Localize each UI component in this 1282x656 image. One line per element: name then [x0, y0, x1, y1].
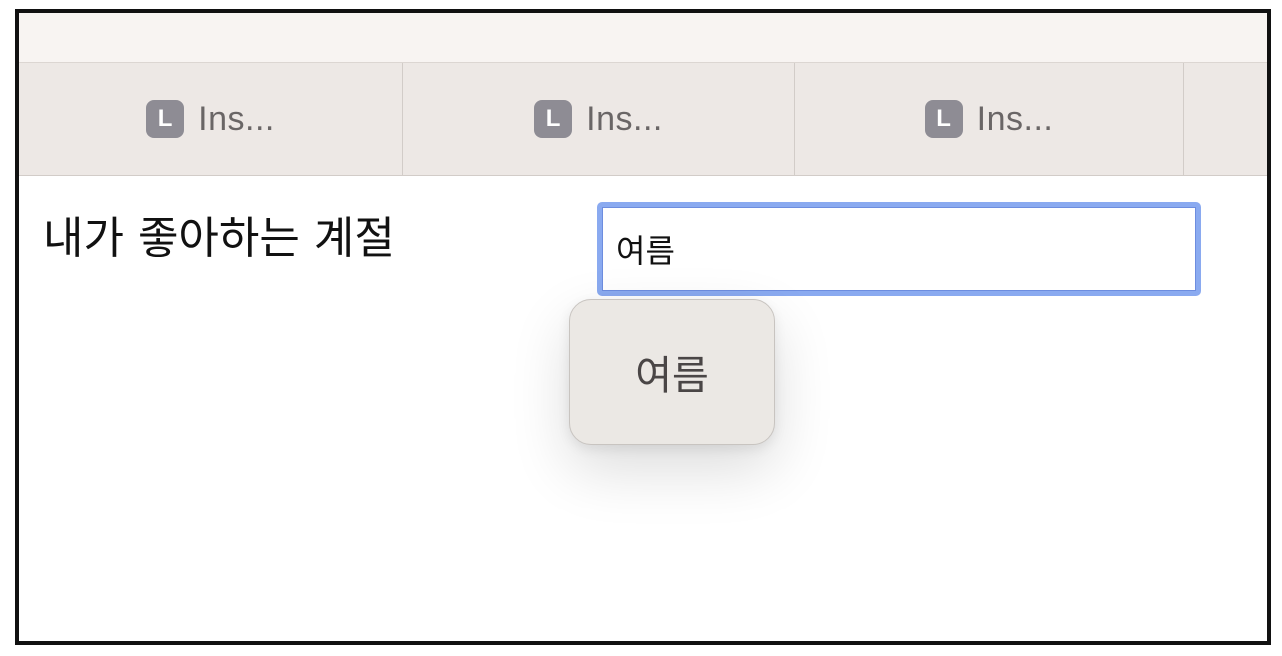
title-bar[interactable]: [19, 13, 1267, 63]
tab-title: Ins...: [976, 99, 1054, 138]
season-input[interactable]: [597, 202, 1201, 296]
tab-title: Ins...: [198, 99, 275, 138]
field-label: 내가 좋아하는 계절: [43, 213, 395, 264]
tab-favicon-icon: L: [534, 100, 573, 138]
tab-favicon-icon: L: [924, 100, 963, 138]
tab-3[interactable]: L Ins...: [795, 63, 1184, 175]
browser-window: L Ins... L Ins... L Ins... 내가 좋아하는 계절 여름: [0, 0, 1282, 656]
autocomplete-suggestion[interactable]: 여름: [569, 299, 775, 445]
tab-1[interactable]: L Ins...: [19, 63, 403, 175]
browser-frame: L Ins... L Ins... L Ins... 내가 좋아하는 계절 여름: [15, 9, 1271, 645]
tab-bar-empty-area[interactable]: [1184, 63, 1267, 175]
tab-bar: L Ins... L Ins... L Ins...: [19, 63, 1267, 176]
tab-title: Ins...: [586, 99, 663, 138]
page-content: 내가 좋아하는 계절 여름: [19, 176, 1267, 641]
tab-2[interactable]: L Ins...: [403, 63, 795, 175]
tab-favicon-icon: L: [146, 100, 185, 138]
suggestion-text: 여름: [635, 353, 709, 399]
